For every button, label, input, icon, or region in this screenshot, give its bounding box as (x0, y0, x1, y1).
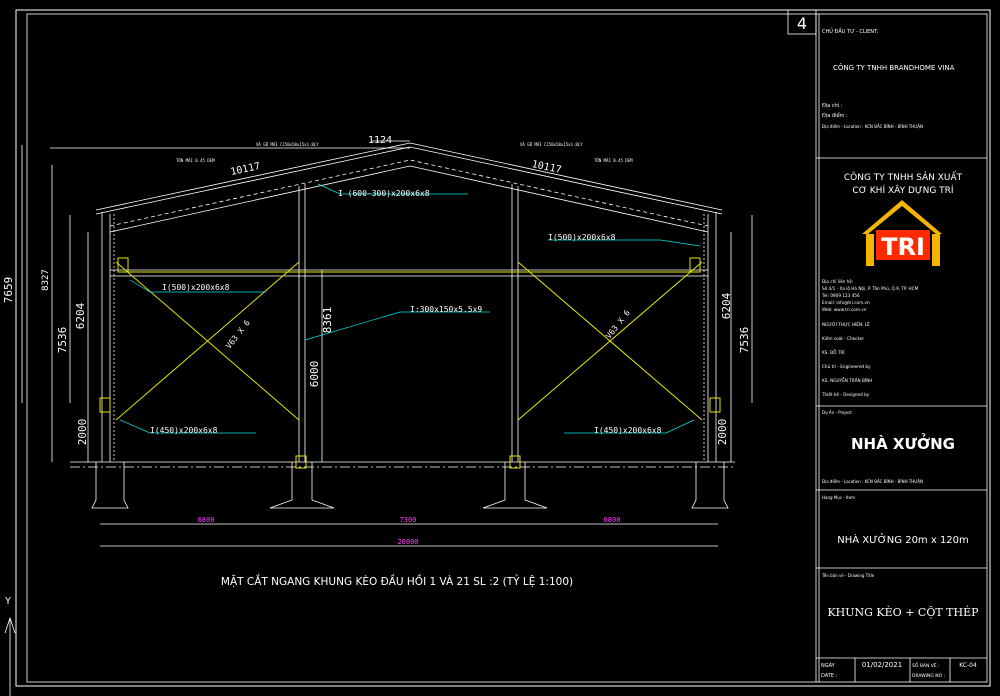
design-line-2: KS. ĐỖ TRÍ (822, 350, 845, 355)
company-line-2: CƠ KHÍ XÂY DỰNG TRÍ (852, 184, 953, 196)
dim-bottom-1: 6800 (198, 516, 215, 524)
sheet-number: 4 (797, 14, 807, 33)
address-value: Địa điểm - Location : KCN BẮC BÌNH - BÌN… (822, 124, 923, 129)
drawing-no-label: SỐ BẢN VẼ : (912, 661, 940, 669)
cad-drawing-canvas[interactable]: 4 CHỦ ĐẦU TƯ - CLIENT: CÔNG TY TNHH BRAN… (0, 0, 1000, 696)
ucs-y-label: Y (5, 596, 11, 607)
item-name: NHÀ XƯỞNG 20m x 120m (837, 532, 969, 546)
project-label: Dự Án - Project (822, 410, 852, 415)
logo-text: TRI (881, 233, 925, 261)
contact-line-1: Số 4/1 - Xa lộ Hà Nội, P. Tân Phú, Q.9, … (822, 286, 919, 291)
design-line-0: NGƯỜI THỰC HIỆN: LÊ (822, 322, 870, 327)
dim-8361: 8361 (321, 307, 334, 334)
dim-ridge: 1124 (368, 135, 392, 146)
contact-line-3: Email: info@tri.com.vn (822, 300, 870, 305)
item-label: Hạng Mục - Item (822, 495, 855, 500)
contact-block: Địa chỉ liên hệ: Số 4/1 - Xa lộ Hà Nội, P… (821, 279, 919, 312)
date-label-2: DATE : (821, 673, 838, 679)
design-line-5: Thiết kế - Designed by (821, 392, 870, 397)
dim-8327: 8327 (41, 269, 51, 291)
design-line-4: KS. NGUYỄN TRẦN BÌNH (822, 378, 872, 383)
design-line-3: Chủ trì - Engineered by (822, 364, 871, 369)
client-label: CHỦ ĐẦU TƯ - CLIENT: (822, 27, 879, 35)
label-rafter-top: I (600-300)x200x6x8 (338, 189, 430, 198)
project-name: NHÀ XƯỞNG (851, 432, 955, 453)
design-block: NGƯỜI THỰC HIỆN: LÊ Kiểm soát - Checker KS… (821, 322, 872, 397)
drawing-caption: MẶT CẮT NGANG KHUNG KÈO ĐẦU HỒI 1 VÀ 21 … (221, 574, 573, 588)
drawing-no-label-2: DRAWING NO : (912, 673, 945, 679)
drawing-title-label: Tên bản vẽ - Drawing Title (821, 573, 875, 578)
client-name: CÔNG TY TNHH BRANDHOME VINA (833, 63, 955, 72)
dim-bottom-3: 6800 (604, 516, 621, 524)
address-label-2: Địa điểm : (822, 112, 848, 119)
label-roof-left: TÔN MÁI 0.45 DEM (176, 158, 215, 163)
address-label: Địa chỉ : (822, 102, 843, 109)
project-location: Địa điểm - Location : KCN BẮC BÌNH - BÌN… (822, 479, 923, 484)
label-rafter-left: I(500)x200x6x8 (162, 283, 230, 292)
drawing-title: KHUNG KÈO + CỘT THÉP (827, 605, 979, 619)
tri-logo: TRI (862, 200, 942, 266)
dim-2000-left: 2000 (76, 419, 89, 446)
dim-roof-right: 10117 (531, 159, 563, 176)
label-col-base-left: I(450)x200x6x8 (150, 426, 218, 435)
dim-total: 20000 (397, 538, 418, 546)
contact-line-0: Địa chỉ liên hệ: (822, 279, 853, 284)
dim-6204-right: 6204 (720, 292, 733, 319)
label-rafter-right: I(500)x200x6x8 (548, 233, 616, 242)
label-purlin-right: XÀ GỒ MÁI C150x50x15x1.8LY (520, 142, 583, 147)
dim-7536-right: 7536 (738, 327, 751, 354)
label-purlin-left: XÀ GỒ MÁI C150x50x15x1.8LY (256, 142, 319, 147)
dim-7659: 7659 (2, 277, 15, 304)
label-col-base-right: I(450)x200x6x8 (594, 426, 662, 435)
label-beam: I:300x150x5.5x9 (410, 305, 482, 314)
dim-bottom-2: 7300 (400, 516, 417, 524)
label-brace-right: V63 X 6 (604, 308, 632, 340)
dim-6000: 6000 (308, 361, 321, 388)
frame-drawing (21, 140, 753, 547)
label-roof-right: TÔN MÁI 0.45 DEM (594, 158, 633, 163)
date-value: 01/02/2021 (862, 661, 902, 669)
ucs-icon (4, 616, 16, 696)
drawing-no-value: KC-04 (959, 662, 977, 669)
contact-line-2: Tel: 0909 123 456 (821, 293, 860, 298)
dim-7536-left: 7536 (56, 327, 69, 354)
contact-line-4: Web: www.tri.com.vn (822, 307, 867, 312)
date-label: NGÀY (821, 662, 836, 669)
design-line-1: Kiểm soát - Checker (822, 336, 864, 341)
title-block (787, 9, 987, 682)
dim-6204-left: 6204 (74, 302, 87, 329)
company-line-1: CÔNG TY TNHH SẢN XUẤT (844, 171, 963, 183)
dim-2000-right: 2000 (716, 419, 729, 446)
